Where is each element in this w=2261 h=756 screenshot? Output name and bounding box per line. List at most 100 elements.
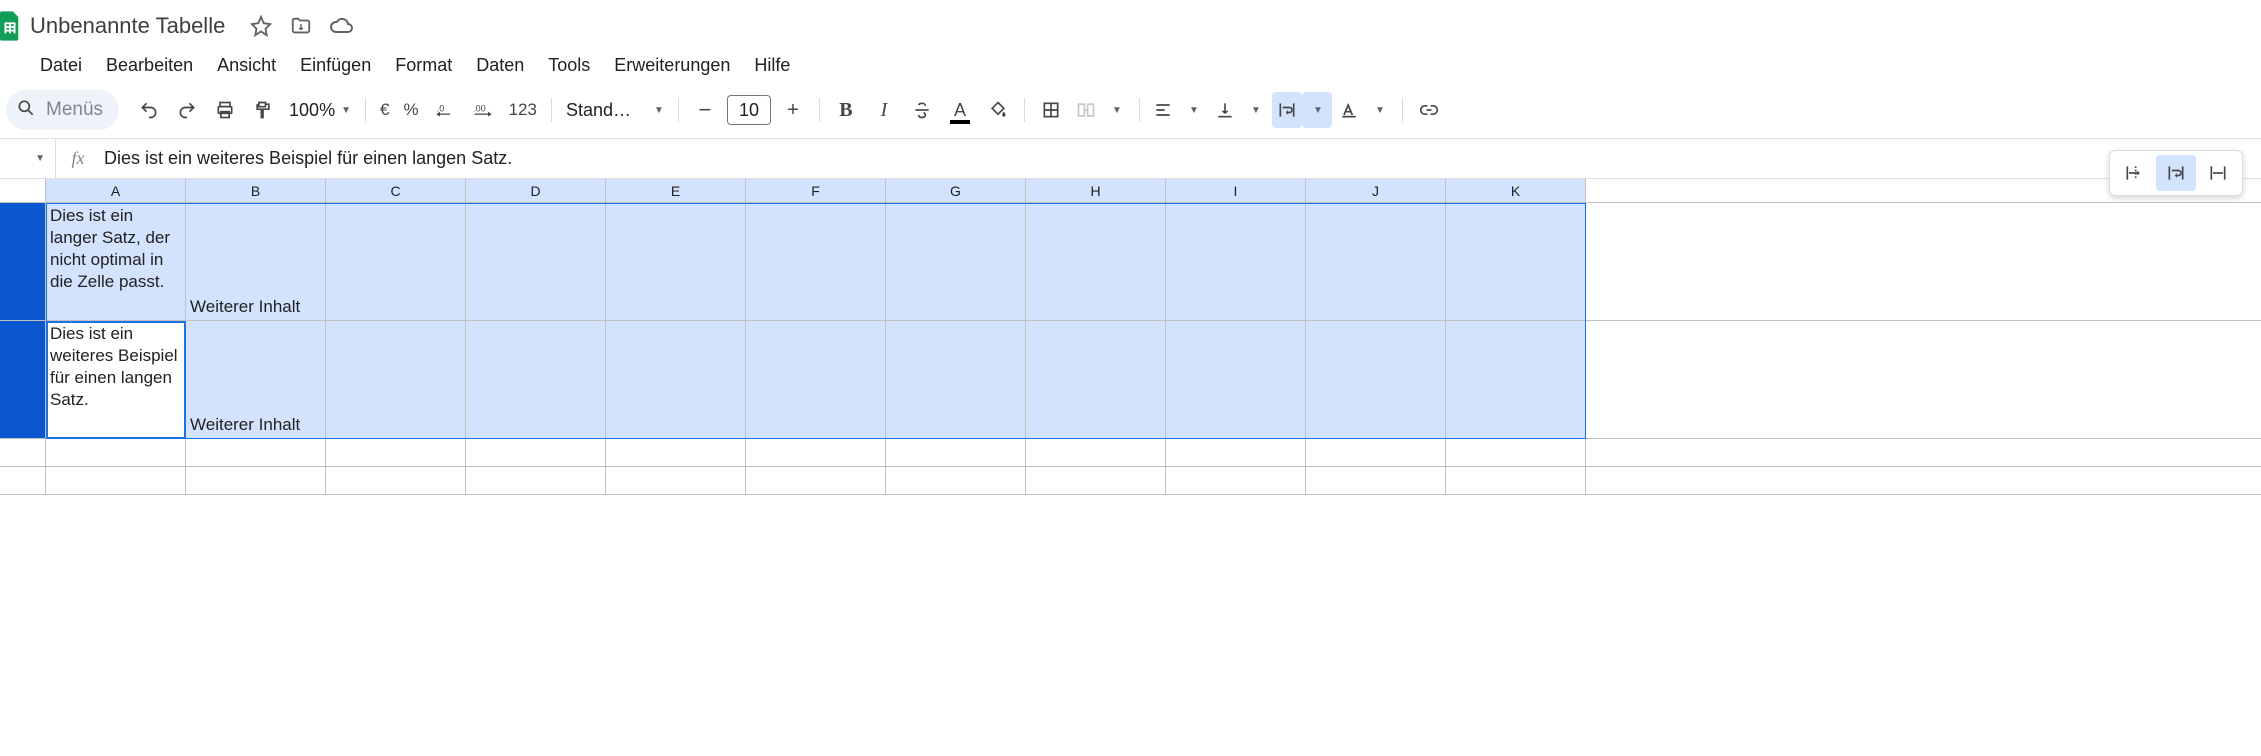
wrap-wrap-button[interactable] [2156, 155, 2196, 191]
col-header-j[interactable]: J [1306, 179, 1446, 202]
percent-button[interactable]: % [397, 92, 424, 128]
menu-format[interactable]: Format [385, 51, 462, 80]
col-header-a[interactable]: A [46, 179, 186, 202]
decrease-font-size-button[interactable]: − [687, 92, 723, 128]
document-title[interactable]: Unbenannte Tabelle [30, 13, 225, 39]
cell-i2[interactable] [1166, 321, 1306, 438]
menu-view[interactable]: Ansicht [207, 51, 286, 80]
number-format-button[interactable]: 123 [503, 92, 543, 128]
row-header-3[interactable] [0, 439, 46, 466]
col-header-f[interactable]: F [746, 179, 886, 202]
undo-button[interactable] [131, 92, 167, 128]
menu-insert[interactable]: Einfügen [290, 51, 381, 80]
paint-format-button[interactable] [245, 92, 281, 128]
cell-k3[interactable] [1446, 439, 1586, 466]
vertical-align-button[interactable] [1210, 92, 1240, 128]
cell-b2[interactable]: Weiterer Inhalt [186, 321, 326, 438]
cloud-status-icon[interactable] [321, 6, 361, 46]
zoom-select[interactable]: 100% ▼ [283, 100, 357, 121]
cell-c2[interactable] [326, 321, 466, 438]
menu-extensions[interactable]: Erweiterungen [604, 51, 740, 80]
currency-button[interactable]: € [374, 92, 395, 128]
italic-button[interactable]: I [866, 92, 902, 128]
cell-b4[interactable] [186, 467, 326, 494]
merge-cells-button[interactable] [1071, 92, 1101, 128]
text-rotation-button[interactable] [1334, 92, 1364, 128]
cell-f3[interactable] [746, 439, 886, 466]
strikethrough-button[interactable] [904, 92, 940, 128]
wrap-clip-button[interactable] [2198, 155, 2238, 191]
cell-h3[interactable] [1026, 439, 1166, 466]
text-rotation-menu[interactable]: ▼ [1364, 92, 1394, 128]
font-size-input[interactable]: 10 [727, 95, 771, 125]
star-icon[interactable] [241, 6, 281, 46]
cell-k1[interactable] [1446, 203, 1586, 320]
select-all-corner[interactable] [0, 179, 46, 202]
row-header-4[interactable] [0, 467, 46, 494]
col-header-h[interactable]: H [1026, 179, 1166, 202]
menu-tools[interactable]: Tools [538, 51, 600, 80]
horizontal-align-button[interactable] [1148, 92, 1178, 128]
cell-i4[interactable] [1166, 467, 1306, 494]
redo-button[interactable] [169, 92, 205, 128]
cell-c3[interactable] [326, 439, 466, 466]
cell-k2[interactable] [1446, 321, 1586, 438]
increase-font-size-button[interactable]: + [775, 92, 811, 128]
col-header-e[interactable]: E [606, 179, 746, 202]
cell-e2[interactable] [606, 321, 746, 438]
cell-h2[interactable] [1026, 321, 1166, 438]
cell-c4[interactable] [326, 467, 466, 494]
menu-edit[interactable]: Bearbeiten [96, 51, 203, 80]
cell-h4[interactable] [1026, 467, 1166, 494]
menu-data[interactable]: Daten [466, 51, 534, 80]
cell-a1[interactable]: Dies ist ein langer Satz, der nicht opti… [46, 203, 186, 320]
row-header-1[interactable] [0, 203, 46, 320]
decrease-decimal-button[interactable]: .0 [427, 92, 463, 128]
col-header-i[interactable]: I [1166, 179, 1306, 202]
vertical-align-menu[interactable]: ▼ [1240, 92, 1270, 128]
merge-cells-menu[interactable]: ▼ [1101, 92, 1131, 128]
cell-b1[interactable]: Weiterer Inhalt [186, 203, 326, 320]
cell-b3[interactable] [186, 439, 326, 466]
cell-f2[interactable] [746, 321, 886, 438]
cell-f4[interactable] [746, 467, 886, 494]
cell-g2[interactable] [886, 321, 1026, 438]
cell-a4[interactable] [46, 467, 186, 494]
increase-decimal-button[interactable]: .00 [465, 92, 501, 128]
cell-i1[interactable] [1166, 203, 1306, 320]
cell-c1[interactable] [326, 203, 466, 320]
text-color-button[interactable]: A [942, 92, 978, 128]
cell-j3[interactable] [1306, 439, 1446, 466]
col-header-d[interactable]: D [466, 179, 606, 202]
menu-help[interactable]: Hilfe [744, 51, 800, 80]
text-wrap-button[interactable] [1272, 92, 1302, 128]
cell-f1[interactable] [746, 203, 886, 320]
font-family-select[interactable]: Stand… ▼ [560, 100, 670, 121]
fill-color-button[interactable] [980, 92, 1016, 128]
cell-g1[interactable] [886, 203, 1026, 320]
horizontal-align-menu[interactable]: ▼ [1178, 92, 1208, 128]
cell-d1[interactable] [466, 203, 606, 320]
col-header-g[interactable]: G [886, 179, 1026, 202]
cell-j4[interactable] [1306, 467, 1446, 494]
print-button[interactable] [207, 92, 243, 128]
cell-e3[interactable] [606, 439, 746, 466]
cell-i3[interactable] [1166, 439, 1306, 466]
col-header-b[interactable]: B [186, 179, 326, 202]
wrap-overflow-button[interactable] [2114, 155, 2154, 191]
col-header-k[interactable]: K [1446, 179, 1586, 202]
cell-e4[interactable] [606, 467, 746, 494]
move-folder-icon[interactable] [281, 6, 321, 46]
insert-link-button[interactable] [1411, 92, 1447, 128]
cell-j1[interactable] [1306, 203, 1446, 320]
cell-d4[interactable] [466, 467, 606, 494]
name-box[interactable]: ▼ [0, 139, 56, 179]
bold-button[interactable]: B [828, 92, 864, 128]
menu-file[interactable]: Datei [30, 51, 92, 80]
cell-g4[interactable] [886, 467, 1026, 494]
cell-h1[interactable] [1026, 203, 1166, 320]
borders-button[interactable] [1033, 92, 1069, 128]
cell-k4[interactable] [1446, 467, 1586, 494]
cell-g3[interactable] [886, 439, 1026, 466]
text-wrap-menu[interactable]: ▼ [1302, 92, 1332, 128]
